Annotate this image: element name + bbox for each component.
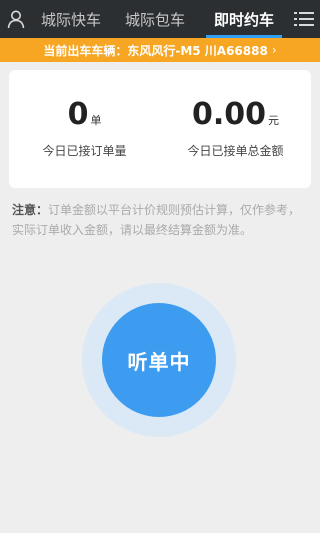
- order-amount-label: 今日已接单总金额: [187, 144, 284, 158]
- tab-intercity-express[interactable]: 城际快车: [32, 0, 110, 38]
- tab-intercity-charter[interactable]: 城际包车: [110, 0, 200, 38]
- listen-button-ring: 听单中: [82, 283, 236, 437]
- current-vehicle-text: 当前出车车辆：东风风行-M5 川A66888: [43, 43, 268, 58]
- order-count-label: 今日已接订单量: [42, 144, 127, 158]
- order-count-value: 0: [67, 97, 89, 132]
- order-amount-stat: 0.00 元 今日已接单总金额: [160, 70, 311, 188]
- order-count-stat: 0 单 今日已接订单量: [9, 70, 160, 188]
- chevron-right-icon: ›: [271, 43, 277, 57]
- notice-label: 注意：: [12, 203, 49, 217]
- list-menu-icon[interactable]: [288, 0, 320, 38]
- user-icon[interactable]: [0, 0, 32, 38]
- tab-instant-ride[interactable]: 即时约车: [200, 0, 288, 38]
- listening-button[interactable]: 听单中: [102, 303, 216, 417]
- current-vehicle-bar[interactable]: 当前出车车辆：东风风行-M5 川A66888 ›: [0, 38, 320, 62]
- order-amount-value: 0.00: [191, 97, 267, 132]
- order-amount-unit: 元: [268, 114, 280, 127]
- notice-text: 订单金额以平台计价规则预估计算，仅作参考，实际订单收入金额，请以最终结算金额为准…: [12, 203, 301, 237]
- order-count-unit: 单: [90, 114, 102, 127]
- price-notice: 注意：订单金额以平台计价规则预估计算，仅作参考，实际订单收入金额，请以最终结算金…: [12, 200, 310, 240]
- top-navigation-bar: 城际快车 城际包车 即时约车: [0, 0, 320, 38]
- service-tabs: 城际快车 城际包车 即时约车: [32, 0, 288, 38]
- today-stats-card: 0 单 今日已接订单量 0.00 元 今日已接单总金额: [9, 70, 311, 188]
